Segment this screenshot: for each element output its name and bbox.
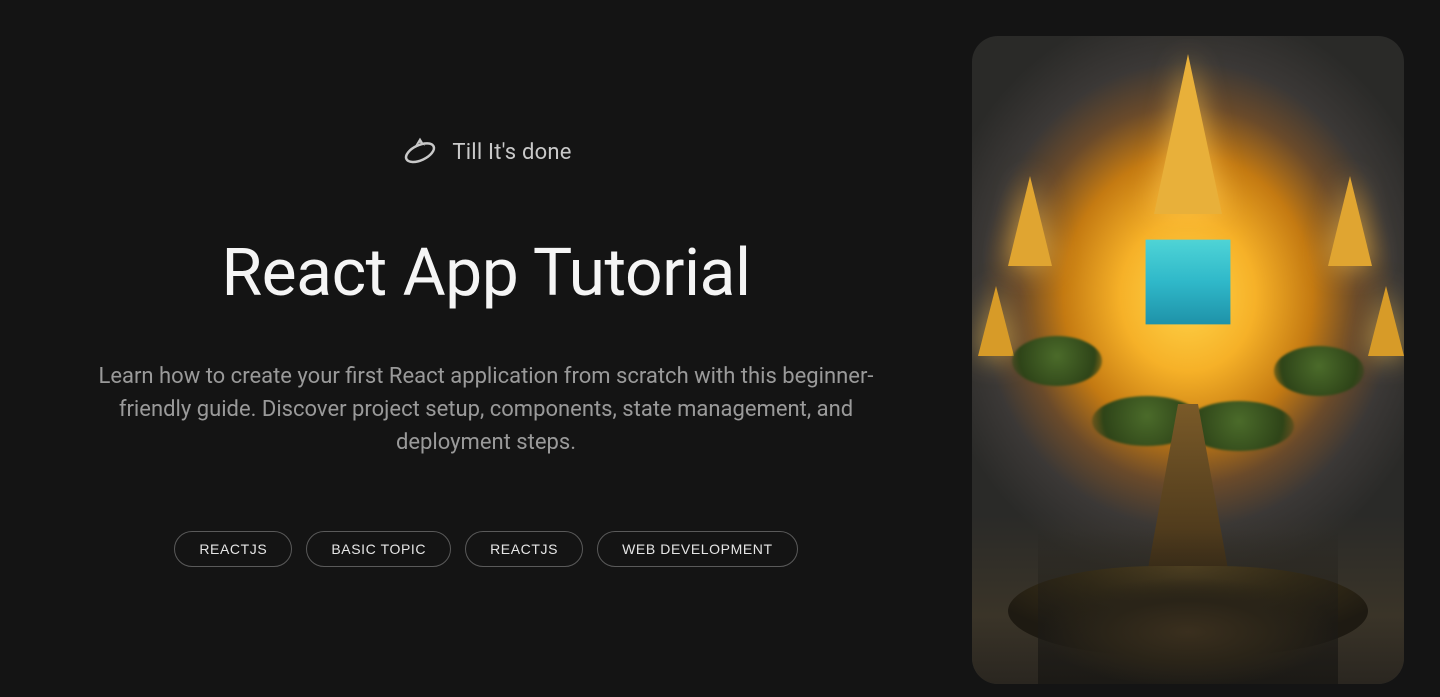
hero-content: Till It's done React App Tutorial Learn … [36,0,936,697]
brand-name: Till It's done [452,140,571,165]
hero-illustration [972,36,1404,684]
tag-web-development[interactable]: WEB DEVELOPMENT [597,531,798,567]
tag-basic-topic[interactable]: BASIC TOPIC [306,531,451,567]
page-title: React App Tutorial [222,235,751,312]
tag-list: REACTJS BASIC TOPIC REACTJS WEB DEVELOPM… [174,531,797,567]
tag-reactjs[interactable]: REACTJS [174,531,292,567]
page-subtitle: Learn how to create your first React app… [71,360,901,459]
brand: Till It's done [400,131,571,175]
brand-logo-icon [400,131,440,175]
tag-reactjs-2[interactable]: REACTJS [465,531,583,567]
